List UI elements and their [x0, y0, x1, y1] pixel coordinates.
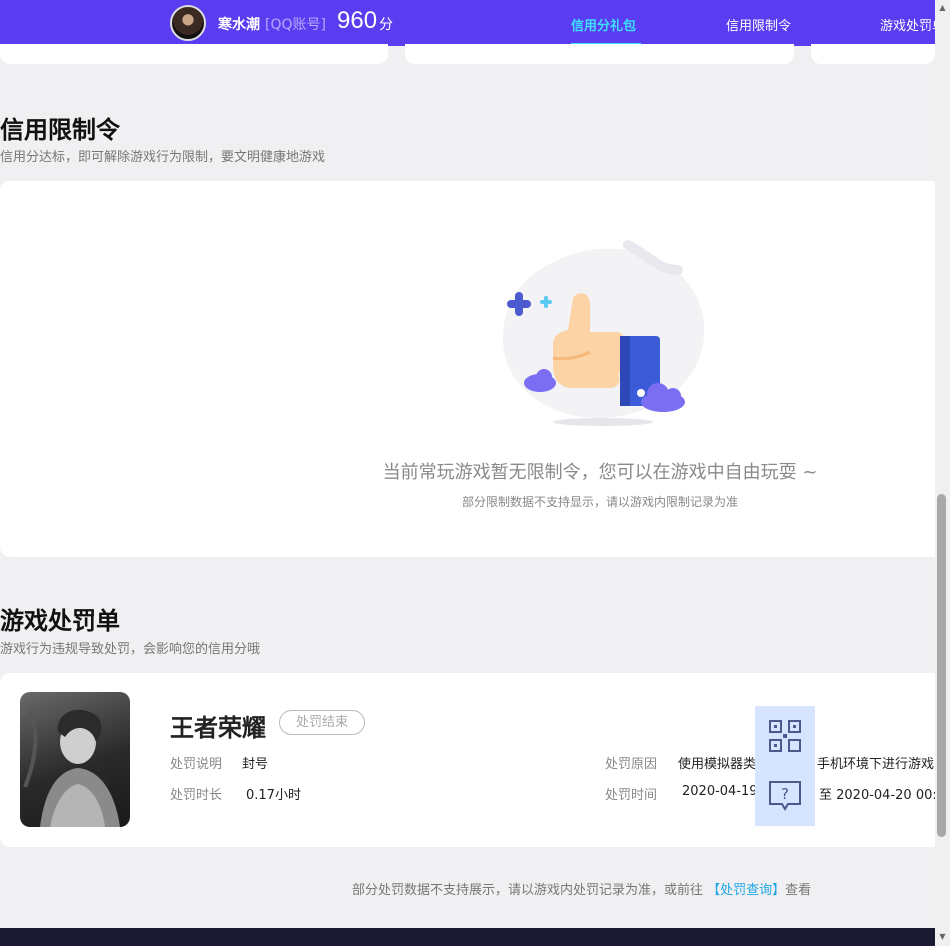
page-footer-bar	[0, 928, 935, 946]
penalty-duration-label: 处罚时长	[170, 788, 223, 803]
no-restriction-message: 当前常玩游戏暂无限制令，您可以在游戏中自由玩耍 ~	[382, 462, 818, 483]
top-nav-bar	[0, 0, 935, 46]
penalty-reason-value: 使用模拟器类	[678, 757, 757, 772]
penalty-section-subtitle: 游戏行为违规导致处罚，会影响您的信用分哦	[0, 642, 261, 657]
gift-card[interactable]	[0, 44, 388, 64]
penalty-footer-note: 部分处罚数据不支持展示，请以游戏内处罚记录为准，或前往 【处罚查询】查看	[352, 879, 811, 898]
help-button[interactable]: ?	[755, 766, 815, 826]
scroll-up-arrow-icon[interactable]: ▲	[938, 3, 947, 12]
tab-credit-restriction[interactable]: 信用限制令	[726, 15, 791, 34]
thumbs-up-illustration	[503, 240, 705, 426]
penalty-section-title: 游戏处罚单	[0, 607, 120, 635]
restriction-section-title: 信用限制令	[0, 116, 120, 144]
game-cover-image	[20, 692, 130, 827]
footer-note-suffix: 查看	[785, 883, 812, 898]
penalty-status-badge: 处罚结束	[279, 710, 365, 735]
penalty-desc-label: 处罚说明	[170, 757, 223, 772]
penalty-query-link[interactable]: 【处罚查询】	[707, 883, 785, 898]
account-type: [QQ账号]	[265, 17, 326, 33]
help-question-icon: ?	[769, 781, 801, 811]
gift-card[interactable]	[405, 44, 794, 64]
credit-score: 960	[337, 7, 378, 34]
penalty-time-end: 至 2020-04-20 00:0	[819, 788, 946, 803]
svg-text:?: ?	[781, 785, 789, 803]
penalty-reason-label: 处罚原因	[605, 757, 658, 772]
penalty-reason-value-tail: 手机环境下进行游戏	[817, 757, 935, 772]
qr-code-button[interactable]	[755, 706, 815, 766]
scroll-down-arrow-icon[interactable]: ▼	[938, 932, 947, 941]
user-avatar[interactable]	[170, 5, 206, 41]
qr-code-icon	[769, 720, 801, 752]
game-name: 王者荣耀	[170, 714, 266, 742]
restriction-section-subtitle: 信用分达标，即可解除游戏行为限制，要文明健康地游戏	[0, 150, 326, 165]
penalty-time-start: 2020-04-19	[682, 784, 758, 799]
scrollbar-thumb[interactable]	[937, 494, 946, 837]
gift-card[interactable]	[811, 44, 935, 64]
username: 寒水潮	[218, 17, 260, 33]
penalty-time-label: 处罚时间	[605, 788, 658, 803]
penalty-desc-value: 封号	[242, 757, 269, 772]
restriction-data-note: 部分限制数据不支持显示，请以游戏内限制记录为准	[461, 495, 738, 509]
footer-note-text: 部分处罚数据不支持展示，请以游戏内处罚记录为准，或前往	[352, 883, 704, 898]
tab-credit-gift[interactable]: 信用分礼包	[571, 15, 636, 34]
credit-score-unit: 分	[379, 17, 393, 33]
penalty-duration-value: 0.17小时	[246, 788, 301, 803]
